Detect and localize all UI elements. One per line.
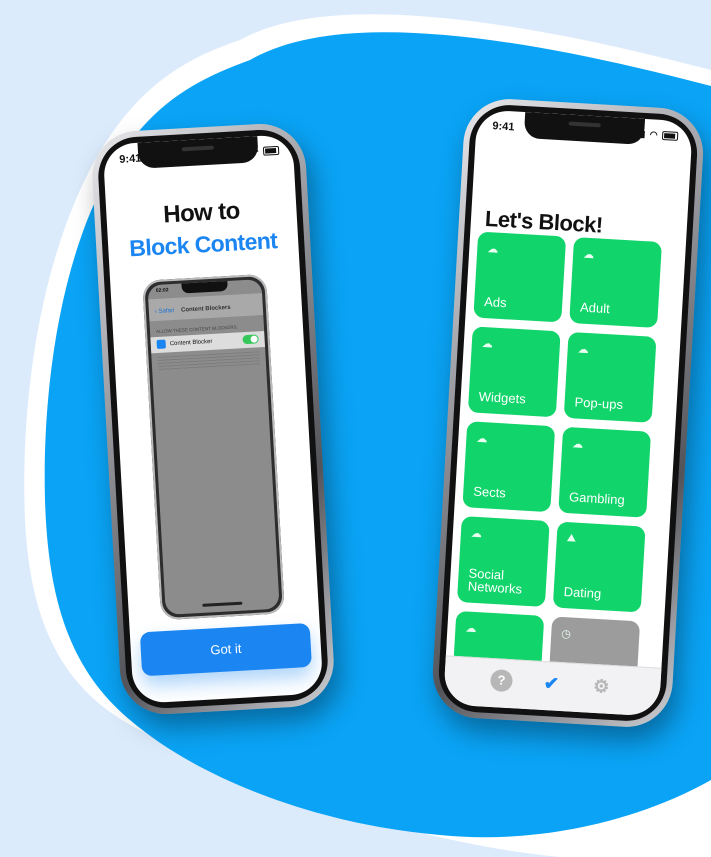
right-phone-screen: 9:41 ▮▮▮ ◠ Let's Block! ☁ Ads ☁ Adult ☁ … <box>443 109 693 717</box>
tile-social-networks[interactable]: ☁ Social Networks <box>456 516 550 607</box>
preview-toggle <box>242 334 259 345</box>
cloud-icon: ☁ <box>470 527 483 541</box>
cloud-icon: ☁ <box>465 622 477 636</box>
settings-preview-phone: 02:02 ‹ Safari Content Blockers ALLOW TH… <box>142 273 285 621</box>
cloud-icon: ☁ <box>486 243 499 256</box>
tile-label: Ads <box>483 294 508 311</box>
cloud-icon: ☁ <box>582 248 595 262</box>
tile-ads[interactable]: ☁ Ads <box>473 231 567 323</box>
preview-nav-title: Content Blockers <box>180 304 231 314</box>
preview-row-label: Content Blocker <box>169 338 213 348</box>
category-grid: ☁ Ads ☁ Adult ☁ Widgets ☁ Pop-ups ☁ Sect… <box>451 231 678 708</box>
tile-label: Gambling <box>568 489 626 508</box>
tile-label: Sects <box>472 483 507 501</box>
cloud-icon: ☁ <box>476 432 488 446</box>
tile-dating[interactable]: ⛰ Dating <box>552 521 646 613</box>
left-phone-screen: 9:41 ▮▮▮ ◠ How to Block Content 02:02 ‹ … <box>102 134 324 704</box>
got-it-button[interactable]: Got it <box>139 622 312 677</box>
tile-label: Dating <box>563 584 602 602</box>
tile-widgets[interactable]: ☁ Widgets <box>467 326 561 418</box>
tile-label: Adult <box>579 299 611 317</box>
status-time: 9:41 <box>492 120 515 134</box>
tile-gambling[interactable]: ☁ Gambling <box>558 426 652 518</box>
battery-icon <box>262 146 280 156</box>
content-blocker-app-icon <box>156 339 166 350</box>
notch <box>137 136 259 169</box>
clock-icon: ◷ <box>560 627 572 641</box>
right-phone: 9:41 ▮▮▮ ◠ Let's Block! ☁ Ads ☁ Adult ☁ … <box>430 96 706 730</box>
preview-footnote <box>157 351 261 371</box>
tile-sects[interactable]: ☁ Sects <box>462 421 556 513</box>
preview-time: 02:02 <box>155 287 169 294</box>
mountain-icon: ⛰ <box>566 532 577 545</box>
preview-content-blocker-row: Content Blocker <box>150 331 266 354</box>
tile-label: Pop-ups <box>574 394 624 413</box>
settings-preview-screen: 02:02 ‹ Safari Content Blockers ALLOW TH… <box>147 279 280 615</box>
cloud-icon: ☁ <box>481 337 494 351</box>
page-subtitle: Block Content <box>128 227 278 262</box>
preview-nav-bar: ‹ Safari Content Blockers <box>148 293 264 322</box>
notch <box>523 112 646 145</box>
tile-pop-ups[interactable]: ☁ Pop-ups <box>563 331 657 423</box>
help-icon[interactable]: ? <box>489 668 514 693</box>
home-indicator <box>202 601 243 607</box>
tile-label: Social Networks <box>467 565 523 597</box>
shield-check-icon[interactable]: ✔ <box>540 672 563 695</box>
cloud-icon: ☁ <box>571 438 584 451</box>
tile-adult[interactable]: ☁ Adult <box>569 237 662 328</box>
tile-label: Widgets <box>478 388 527 407</box>
gear-icon[interactable]: ⚙ <box>590 675 613 698</box>
battery-icon <box>661 131 679 141</box>
cloud-icon: ☁ <box>577 343 590 357</box>
left-phone: 9:41 ▮▮▮ ◠ How to Block Content 02:02 ‹ … <box>89 121 337 717</box>
